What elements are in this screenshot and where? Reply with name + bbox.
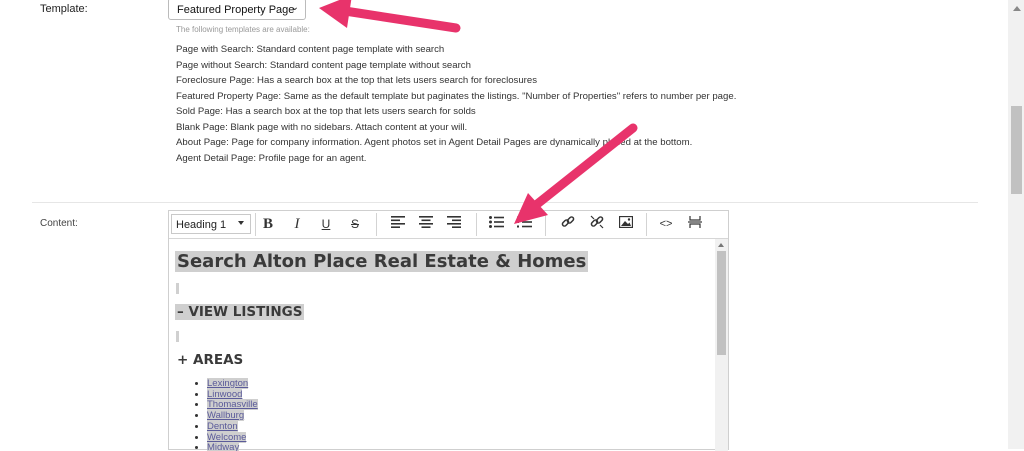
annotation-arrow-template [319,0,461,33]
annotation-arrows [319,0,638,224]
annotation-arrow-list [514,123,638,224]
